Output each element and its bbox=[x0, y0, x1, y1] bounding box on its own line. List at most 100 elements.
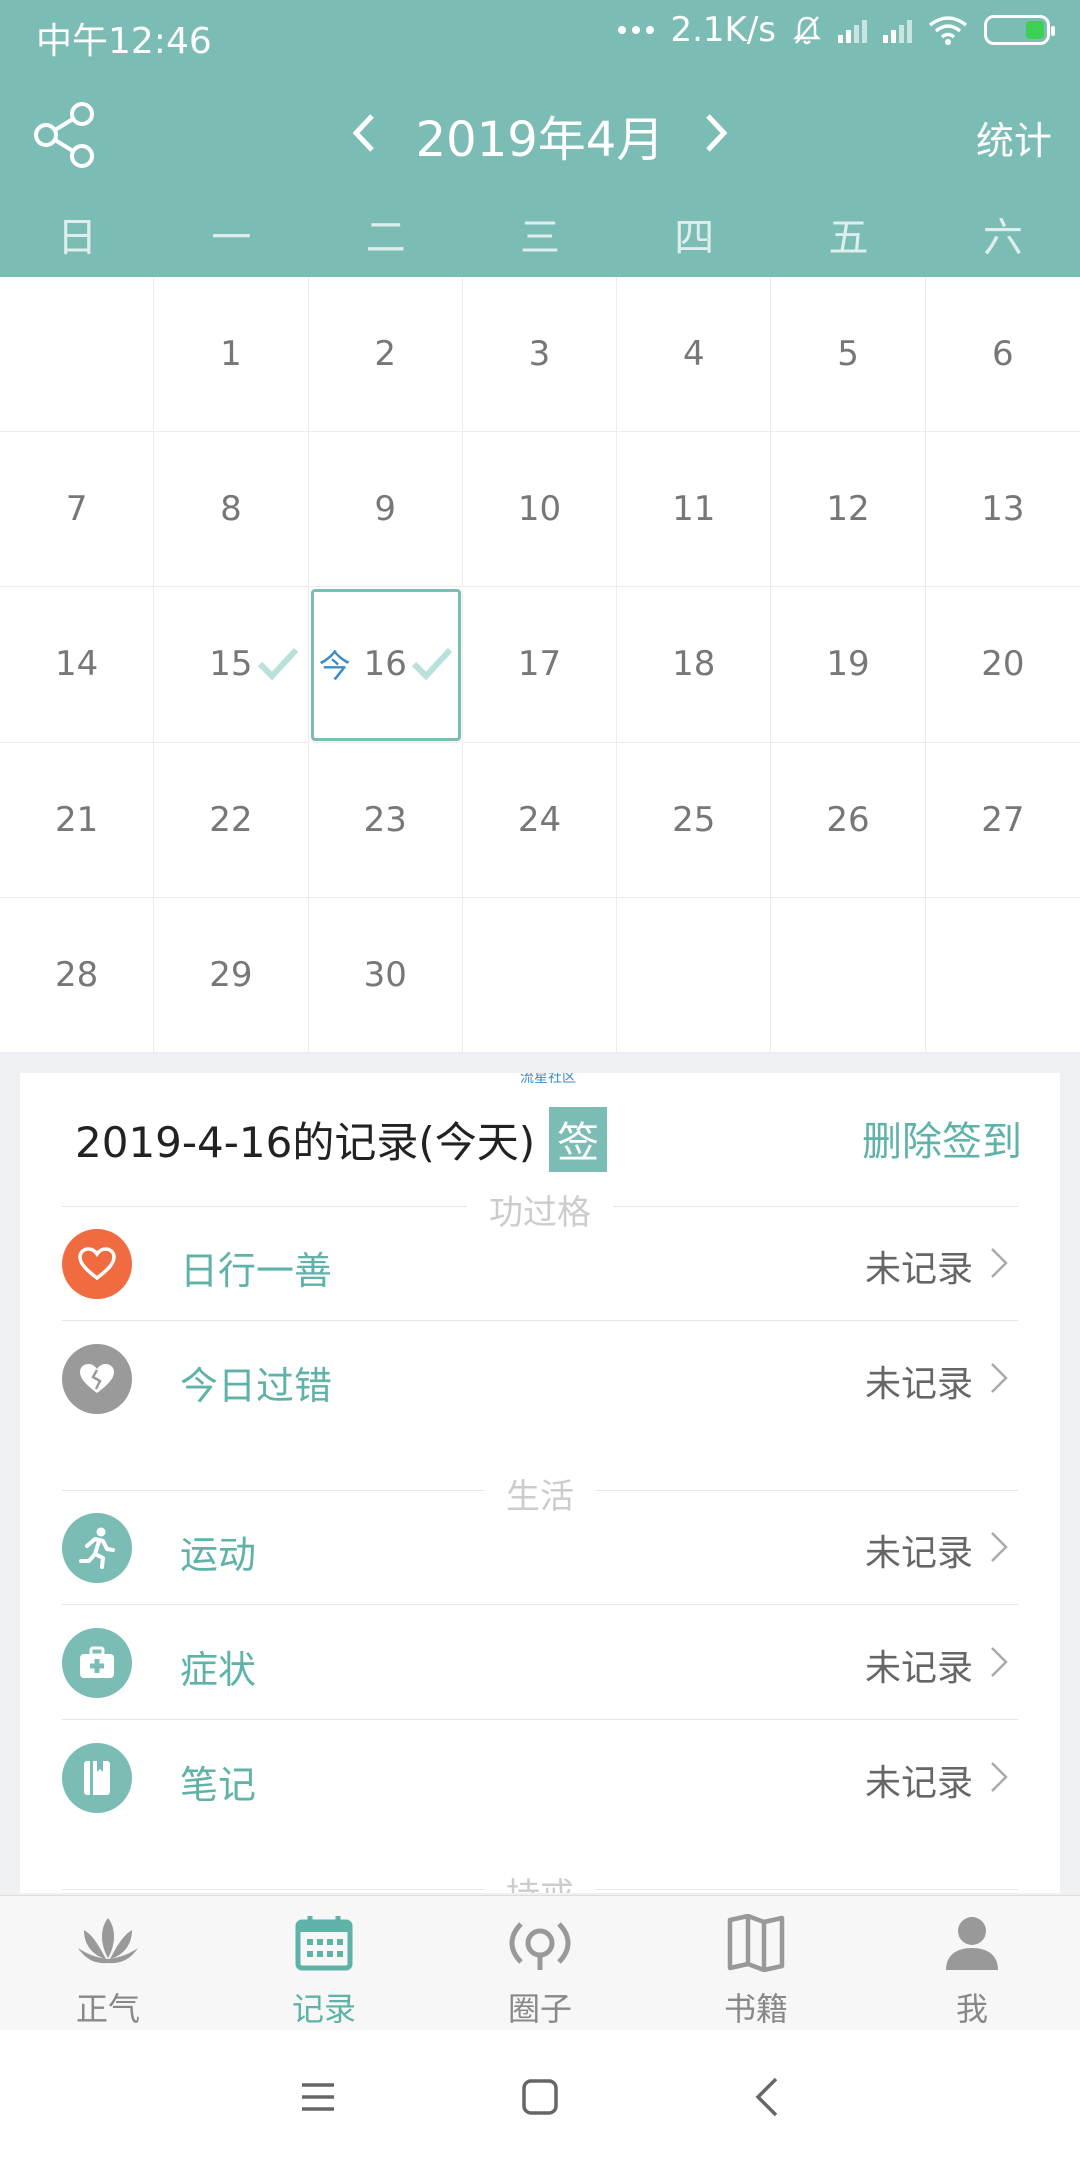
watermark: 流星社区 bbox=[520, 1073, 576, 1086]
day-number: 28 bbox=[55, 954, 99, 995]
record-row-status: 未记录 bbox=[864, 1763, 973, 1804]
calendar-day-26[interactable]: 26 bbox=[771, 742, 926, 898]
calendar-day-22[interactable]: 22 bbox=[154, 742, 309, 898]
calendar-day-16[interactable]: 16 今 bbox=[308, 587, 463, 743]
calendar-empty-cell bbox=[0, 277, 155, 433]
weekday-fri: 五 bbox=[828, 215, 869, 261]
calendar-day-15[interactable]: 15 bbox=[154, 587, 309, 743]
heart-icon bbox=[62, 1229, 132, 1299]
record-row-notes[interactable]: 笔记 未记录 bbox=[62, 1720, 1018, 1835]
day-number: 12 bbox=[826, 489, 870, 530]
calendar-day-12[interactable]: 12 bbox=[771, 432, 926, 588]
section-label-precepts: 持戒 bbox=[20, 1868, 1060, 1893]
delete-checkin-button[interactable]: 删除签到 bbox=[862, 1109, 1022, 1167]
calendar-day-11[interactable]: 11 bbox=[617, 432, 772, 588]
record-row-symptoms[interactable]: 症状 未记录 bbox=[62, 1605, 1018, 1720]
day-number: 11 bbox=[672, 489, 716, 530]
day-number: 7 bbox=[65, 489, 88, 530]
record-row-exercise[interactable]: 运动 未记录 bbox=[62, 1490, 1018, 1605]
weekday-wed: 三 bbox=[519, 215, 560, 261]
day-number: 4 bbox=[682, 334, 705, 375]
record-row-label: 运动 bbox=[180, 1533, 257, 1577]
battery-icon bbox=[984, 15, 1055, 45]
app-root: { "status_bar": { "time": "中午12:46", "ne… bbox=[0, 0, 1080, 2160]
broken-heart-icon bbox=[62, 1344, 132, 1414]
header: 中午12:46 2.1K/s 2019年4月 统计 日 一 二 三 四 五 六 bbox=[0, 0, 1080, 277]
checkmark-icon bbox=[411, 648, 453, 681]
calendar-day-21[interactable]: 21 bbox=[0, 742, 155, 898]
tab-records[interactable]: 记录 bbox=[216, 1896, 432, 2030]
tab-zhengqi[interactable]: 正气 bbox=[0, 1896, 216, 2030]
record-row-mistakes[interactable]: 今日过错 未记录 bbox=[62, 1321, 1018, 1436]
day-number: 25 bbox=[672, 799, 716, 840]
weekday-sun: 日 bbox=[57, 215, 98, 261]
calendar-day-18[interactable]: 18 bbox=[617, 587, 772, 743]
chevron-right-icon bbox=[991, 1248, 1008, 1278]
user-icon bbox=[946, 1917, 998, 1970]
calendar-day-2[interactable]: 2 bbox=[308, 277, 463, 433]
weekday-thu: 四 bbox=[674, 215, 715, 261]
record-row-label: 笔记 bbox=[180, 1763, 257, 1807]
chevron-right-icon bbox=[991, 1363, 1008, 1393]
calendar-day-30[interactable]: 30 bbox=[308, 897, 463, 1053]
checkmark-icon bbox=[257, 648, 298, 681]
calendar-day-24[interactable]: 24 bbox=[462, 742, 618, 898]
sign-badge: 签 bbox=[549, 1107, 608, 1172]
notebook-icon bbox=[62, 1743, 132, 1813]
record-row-status: 未记录 bbox=[864, 1249, 973, 1290]
running-icon bbox=[62, 1513, 132, 1583]
calendar-day-25[interactable]: 25 bbox=[617, 742, 772, 898]
day-number: 17 bbox=[517, 644, 562, 685]
calendar-day-20[interactable]: 20 bbox=[925, 587, 1080, 743]
calendar-day-9[interactable]: 9 bbox=[308, 432, 463, 588]
calendar-day-17[interactable]: 17 bbox=[462, 587, 618, 743]
calendar-day-5[interactable]: 5 bbox=[771, 277, 926, 433]
calendar-day-10[interactable]: 10 bbox=[462, 432, 618, 588]
calendar-day-4[interactable]: 4 bbox=[617, 277, 772, 433]
calendar-day-8[interactable]: 8 bbox=[154, 432, 309, 588]
day-number: 22 bbox=[209, 799, 253, 840]
calendar-empty-cell bbox=[925, 898, 1080, 1053]
calendar-day-28[interactable]: 28 bbox=[0, 897, 155, 1053]
calendar-day-29[interactable]: 29 bbox=[154, 897, 309, 1053]
day-number: 13 bbox=[981, 489, 1025, 530]
next-month-button[interactable] bbox=[690, 108, 740, 158]
menu-icon[interactable] bbox=[296, 2075, 340, 2119]
home-icon[interactable] bbox=[518, 2075, 562, 2119]
record-row-label: 日行一善 bbox=[180, 1249, 333, 1293]
back-icon[interactable] bbox=[746, 2075, 790, 2119]
day-number: 27 bbox=[981, 799, 1025, 840]
day-number: 16 bbox=[363, 644, 407, 685]
calendar-day-27[interactable]: 27 bbox=[925, 743, 1080, 898]
tab-books[interactable]: 书籍 bbox=[648, 1896, 864, 2030]
weekday-tue: 二 bbox=[365, 215, 406, 261]
calendar-day-6[interactable]: 6 bbox=[925, 277, 1080, 433]
calendar-day-13[interactable]: 13 bbox=[925, 432, 1080, 588]
tab-circle[interactable]: 圈子 bbox=[432, 1896, 648, 2030]
book-icon bbox=[727, 1914, 785, 1972]
record-row-good-deed[interactable]: 日行一善 未记录 bbox=[62, 1206, 1018, 1321]
broadcast-icon bbox=[509, 1922, 571, 1970]
calendar-day-1[interactable]: 1 bbox=[154, 277, 309, 433]
day-number: 3 bbox=[528, 334, 551, 375]
calendar-day-7[interactable]: 7 bbox=[0, 432, 155, 588]
today-tag: 今 bbox=[318, 647, 351, 686]
stats-button[interactable]: 统计 bbox=[976, 110, 1052, 165]
tab-label: 正气 bbox=[75, 1990, 140, 2028]
day-number: 26 bbox=[826, 799, 870, 840]
weekday-mon: 一 bbox=[211, 215, 252, 261]
tab-label: 记录 bbox=[291, 1990, 356, 2028]
calendar-day-3[interactable]: 3 bbox=[462, 277, 618, 433]
day-number: 6 bbox=[992, 334, 1014, 375]
calendar-day-19[interactable]: 19 bbox=[771, 587, 926, 743]
calendar-day-23[interactable]: 23 bbox=[308, 742, 463, 898]
signal-icon-2 bbox=[883, 17, 912, 43]
tab-me[interactable]: 我 bbox=[864, 1896, 1080, 2030]
record-row-label: 今日过错 bbox=[180, 1364, 333, 1408]
calendar-day-14[interactable]: 14 bbox=[0, 587, 155, 743]
chevron-right-icon bbox=[991, 1762, 1008, 1792]
calendar-empty-cell bbox=[771, 897, 926, 1053]
day-number: 29 bbox=[209, 954, 253, 995]
wifi-icon bbox=[928, 16, 968, 45]
record-date-title: 2019-4-16的记录(今天) bbox=[75, 1118, 536, 1167]
